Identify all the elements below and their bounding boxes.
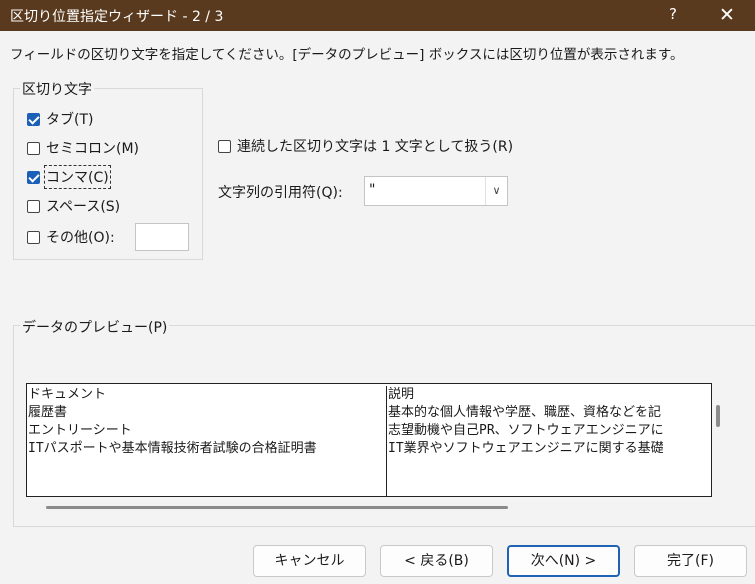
instruction-text: フィールドの区切り文字を指定してください。[データのプレビュー] ボックスには区… [10,47,684,63]
delimiters-legend: 区切り文字 [20,79,94,99]
title-bar: 区切り位置指定ウィザード - 2 / 3 ? ✕ [0,0,755,31]
other-checkbox-label: その他(O): [46,230,115,246]
finish-button[interactable]: 完了(F) [634,545,747,577]
comma-checkbox-box[interactable] [27,170,40,184]
tab-checkbox-box[interactable] [27,112,40,126]
text-qualifier-select[interactable]: " ∨ [364,176,508,206]
preview-cell: ドキュメント [28,387,107,402]
consecutive-checkbox-box[interactable] [218,139,231,153]
consecutive-delimiters-checkbox[interactable]: 連続した区切り文字は 1 文字として扱う(R) [218,136,513,156]
preview-cell: ITパスポートや基本情報技術者試験の合格証明書 [28,441,317,456]
comma-checkbox-label: コンマ(C) [44,165,111,189]
cancel-button[interactable]: キャンセル [253,545,366,577]
next-button[interactable]: 次へ(N) > [507,545,620,577]
preview-cell: IT業界やソフトウェアエンジニアに関する基礎 [388,441,664,456]
preview-cell: エントリーシート [28,423,132,438]
space-checkbox-box[interactable] [27,199,40,213]
preview-vertical-scrollbar[interactable] [716,405,720,427]
other-checkbox[interactable]: その他(O): [27,227,115,247]
space-checkbox-label: スペース(S) [46,199,121,215]
preview-legend: データのプレビュー(P) [20,317,170,337]
space-checkbox[interactable]: スペース(S) [27,196,120,216]
help-button[interactable]: ? [658,5,688,27]
tab-checkbox-label: タブ(T) [46,112,94,128]
semicolon-checkbox-box[interactable] [27,141,40,155]
preview-cell: 履歴書 [28,405,68,420]
preview-column-2[interactable]: 説明 基本的な個人情報や学歴、職歴、資格などを記 志望動機や自己PR、ソフトウェ… [388,386,711,496]
text-qualifier-label: 文字列の引用符(Q): [218,185,343,201]
preview-cell: 説明 [388,387,415,402]
preview-horizontal-scrollbar[interactable] [46,506,508,509]
preview-cell: 基本的な個人情報や学歴、職歴、資格などを記 [388,405,662,420]
comma-checkbox[interactable]: コンマ(C) [27,165,111,189]
consecutive-checkbox-label: 連続した区切り文字は 1 文字として扱う(R) [237,139,514,155]
text-qualifier-value: " [369,182,376,198]
chevron-down-icon[interactable]: ∨ [485,177,507,205]
semicolon-checkbox-label: セミコロン(M) [46,141,140,157]
other-checkbox-box[interactable] [27,230,40,244]
data-preview-grid[interactable]: ドキュメント 履歴書 エントリーシート ITパスポートや基本情報技術者試験の合格… [26,383,712,497]
back-button[interactable]: < 戻る(B) [380,545,493,577]
preview-cell: 志望動機や自己PR、ソフトウェアエンジニアに [388,423,664,438]
semicolon-checkbox[interactable]: セミコロン(M) [27,138,139,158]
window-title: 区切り位置指定ウィザード - 2 / 3 [10,9,224,25]
preview-column-1[interactable]: ドキュメント 履歴書 エントリーシート ITパスポートや基本情報技術者試験の合格… [28,386,387,496]
other-delimiter-input[interactable] [135,223,189,251]
close-button[interactable]: ✕ [714,3,740,27]
tab-checkbox[interactable]: タブ(T) [27,109,93,129]
